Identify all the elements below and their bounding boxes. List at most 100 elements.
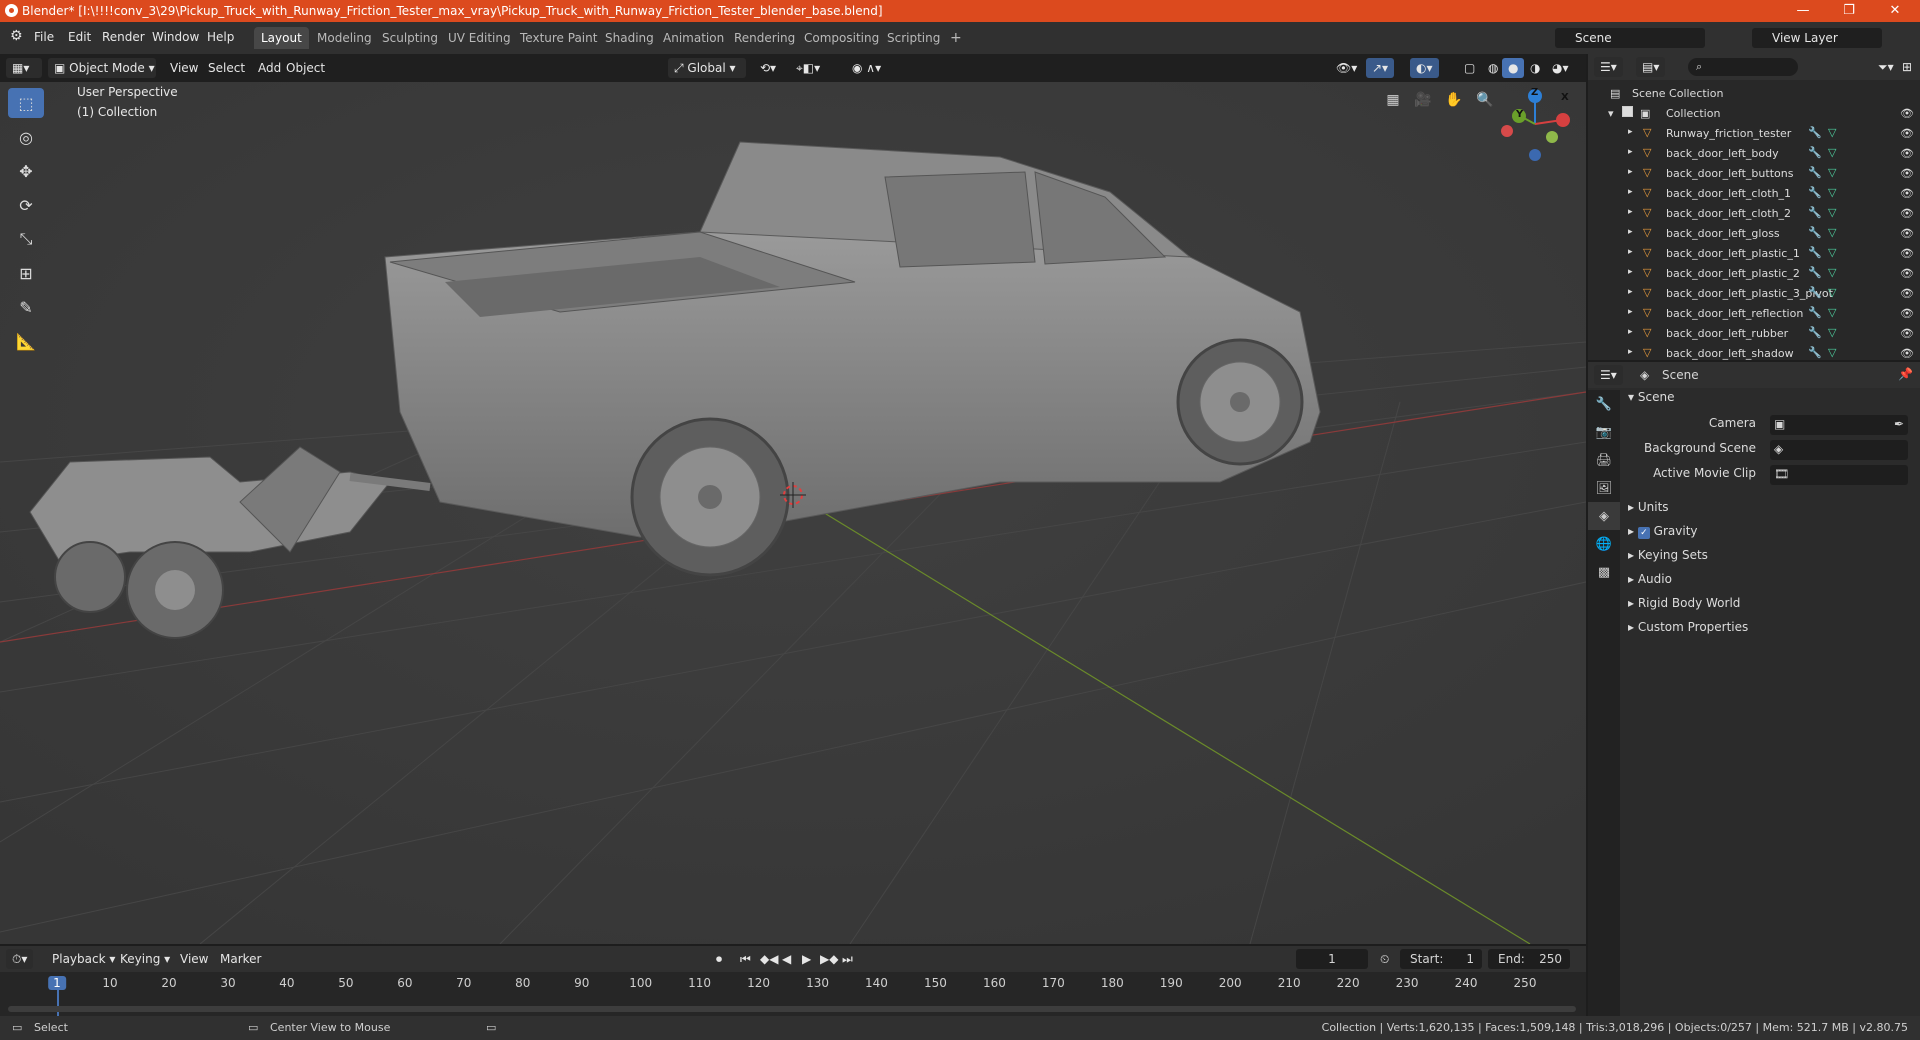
mesh-data-icon[interactable]: ▽	[1828, 226, 1836, 239]
end-frame-field[interactable]: End: 250	[1488, 949, 1570, 969]
maximize-button[interactable]: ❐	[1826, 0, 1872, 22]
outliner-object-row[interactable]: ▸ ▽ back_door_left_plastic_3_pivot 🔧 ▽ 👁	[1588, 284, 1920, 304]
scene-selector[interactable]: Scene	[1555, 28, 1705, 48]
section-rigid-body-world[interactable]: ▸ Rigid Body World	[1628, 596, 1740, 618]
measure-icon[interactable]: 📐	[8, 326, 44, 356]
outliner-object-row[interactable]: ▸ ▽ back_door_left_cloth_2 🔧 ▽ 👁	[1588, 204, 1920, 224]
rotate-icon[interactable]: ⟳	[8, 190, 44, 220]
close-button[interactable]: ✕	[1872, 0, 1918, 22]
menu-marker[interactable]: Marker	[214, 949, 267, 969]
expand-arrow-icon[interactable]: ▸	[1628, 127, 1633, 137]
mesh-data-icon[interactable]: ▽	[1828, 346, 1836, 359]
menu-file[interactable]: File	[34, 30, 54, 44]
expand-arrow-icon[interactable]: ▸	[1628, 147, 1633, 157]
menu-view[interactable]: View	[164, 58, 204, 78]
background-scene-field[interactable]: ◈	[1770, 440, 1908, 460]
new-collection-icon[interactable]: ⊞	[1896, 57, 1918, 77]
play-reverse-icon[interactable]: ◀	[776, 949, 797, 969]
tab-scripting[interactable]: Scripting	[880, 27, 947, 49]
menu-timeline-view[interactable]: View	[174, 949, 214, 969]
blender-menu-icon[interactable]: ⚙	[10, 28, 23, 44]
minimize-button[interactable]: —	[1780, 0, 1826, 22]
output-tab-icon[interactable]: 🖨	[1588, 446, 1620, 474]
outliner-object-row[interactable]: ▸ ▽ back_door_left_gloss 🔧 ▽ 👁	[1588, 224, 1920, 244]
outliner-scene-collection[interactable]: ▤ Scene Collection	[1588, 84, 1920, 104]
overlays-icon[interactable]: ◐▾	[1410, 58, 1439, 78]
menu-select[interactable]: Select	[202, 58, 251, 78]
tab-shading[interactable]: Shading	[598, 27, 661, 49]
zoom-icon[interactable]: 🔍	[1472, 87, 1498, 113]
3d-viewport[interactable]: ⬚ ◎ ✥ ⟳ ⤡ ⊞ ✎ 📐 User Perspective (1) Col…	[0, 82, 1586, 944]
modifier-wrench-icon[interactable]: 🔧	[1808, 306, 1822, 319]
mesh-data-icon[interactable]: ▽	[1828, 126, 1836, 139]
editor-type-icon[interactable]: ▦▾	[6, 58, 42, 78]
modifier-wrench-icon[interactable]: 🔧	[1808, 186, 1822, 199]
tab-animation[interactable]: Animation	[656, 27, 731, 49]
modifier-wrench-icon[interactable]: 🔧	[1808, 206, 1822, 219]
active-movie-clip-field[interactable]: 🎞	[1770, 465, 1908, 485]
clock-icon[interactable]: ⏲	[1374, 949, 1395, 969]
render-tab-icon[interactable]: 📷	[1588, 418, 1620, 446]
outliner-object-row[interactable]: ▸ ▽ back_door_left_plastic_1 🔧 ▽ 👁	[1588, 244, 1920, 264]
expand-arrow-icon[interactable]: ▸	[1628, 207, 1633, 217]
world-tab-icon[interactable]: 🌐	[1588, 530, 1620, 558]
eye-icon[interactable]: 👁	[1900, 167, 1914, 180]
tab-rendering[interactable]: Rendering	[727, 27, 802, 49]
texture-tab-icon[interactable]: ▩	[1588, 558, 1620, 586]
add-workspace-button[interactable]: +	[943, 27, 969, 49]
xray-icon[interactable]: ▢	[1458, 58, 1481, 78]
scene-tab-icon[interactable]: ◈	[1588, 502, 1620, 530]
expand-arrow-icon[interactable]: ▸	[1628, 187, 1633, 197]
mesh-data-icon[interactable]: ▽	[1828, 266, 1836, 279]
material-shading-icon[interactable]: ◑	[1524, 58, 1546, 78]
toggle-grid-icon[interactable]: ▦	[1380, 87, 1406, 113]
current-frame-field[interactable]: 1	[1296, 949, 1368, 969]
outliner-editor-type-icon[interactable]: ☰▾	[1594, 57, 1623, 77]
snap-icon[interactable]: ⌖◧▾	[790, 58, 826, 78]
camera-view-icon[interactable]: 🎥	[1410, 87, 1436, 113]
mesh-data-icon[interactable]: ▽	[1828, 246, 1836, 259]
modifier-wrench-icon[interactable]: 🔧	[1808, 146, 1822, 159]
select-box-icon[interactable]: ⬚	[8, 88, 44, 118]
eye-icon[interactable]: 👁	[1900, 307, 1914, 320]
outliner-object-row[interactable]: ▸ ▽ back_door_left_buttons 🔧 ▽ 👁	[1588, 164, 1920, 184]
mesh-data-icon[interactable]: ▽	[1828, 326, 1836, 339]
menu-render[interactable]: Render	[102, 30, 145, 44]
mesh-data-icon[interactable]: ▽	[1828, 206, 1836, 219]
mesh-data-icon[interactable]: ▽	[1828, 306, 1836, 319]
section-units[interactable]: ▸ Units	[1628, 500, 1669, 522]
modifier-wrench-icon[interactable]: 🔧	[1808, 286, 1822, 299]
view-layer-selector[interactable]: View Layer	[1752, 28, 1882, 48]
tab-compositing[interactable]: Compositing	[797, 27, 886, 49]
outliner-object-row[interactable]: ▸ ▽ back_door_left_reflection 🔧 ▽ 👁	[1588, 304, 1920, 324]
gizmo-icon[interactable]: ↗▾	[1366, 58, 1395, 78]
collection-checkbox[interactable]	[1622, 106, 1633, 117]
expand-arrow-icon[interactable]: ▸	[1628, 307, 1633, 317]
menu-keying[interactable]: Keying ▾	[114, 949, 176, 969]
eyedropper-icon[interactable]: ✒	[1894, 417, 1904, 431]
section-keying-sets[interactable]: ▸ Keying Sets	[1628, 548, 1708, 570]
start-frame-field[interactable]: Start: 1	[1400, 949, 1482, 969]
eye-icon[interactable]: 👁	[1900, 267, 1914, 280]
tab-sculpting[interactable]: Sculpting	[375, 27, 445, 49]
expand-arrow-icon[interactable]: ▸	[1628, 267, 1633, 277]
outliner-object-row[interactable]: ▸ ▽ back_door_left_plastic_2 🔧 ▽ 👁	[1588, 264, 1920, 284]
expand-arrow-icon[interactable]: ▸	[1628, 247, 1633, 257]
timeline-scrollbar[interactable]	[8, 1006, 1576, 1012]
timeline-ruler[interactable]: 1 10 20 30 40 50 60 70 80 90 100 110 120 130 140 150 160…	[0, 972, 1586, 1016]
properties-editor-type-icon[interactable]: ☰▾	[1594, 365, 1623, 385]
outliner-search-input[interactable]: ⌕	[1688, 58, 1798, 76]
modifier-wrench-icon[interactable]: 🔧	[1808, 166, 1822, 179]
eye-icon[interactable]: 👁	[1900, 227, 1914, 240]
outliner-collection[interactable]: ▾ ▣ Collection 👁	[1588, 104, 1920, 124]
expand-arrow-icon[interactable]: ▸	[1628, 287, 1633, 297]
pivot-icon[interactable]: ⟲▾	[754, 58, 782, 78]
outliner-object-row[interactable]: ▸ ▽ Runway_friction_tester 🔧 ▽ 👁	[1588, 124, 1920, 144]
record-icon[interactable]: ⏺	[710, 949, 728, 969]
mesh-data-icon[interactable]: ▽	[1828, 286, 1836, 299]
outliner-object-row[interactable]: ▸ ▽ back_door_left_body 🔧 ▽ 👁	[1588, 144, 1920, 164]
modifier-wrench-icon[interactable]: 🔧	[1808, 346, 1822, 359]
outliner-object-row[interactable]: ▸ ▽ back_door_left_cloth_1 🔧 ▽ 👁	[1588, 184, 1920, 204]
menu-window[interactable]: Window	[152, 30, 199, 44]
section-audio[interactable]: ▸ Audio	[1628, 572, 1672, 594]
